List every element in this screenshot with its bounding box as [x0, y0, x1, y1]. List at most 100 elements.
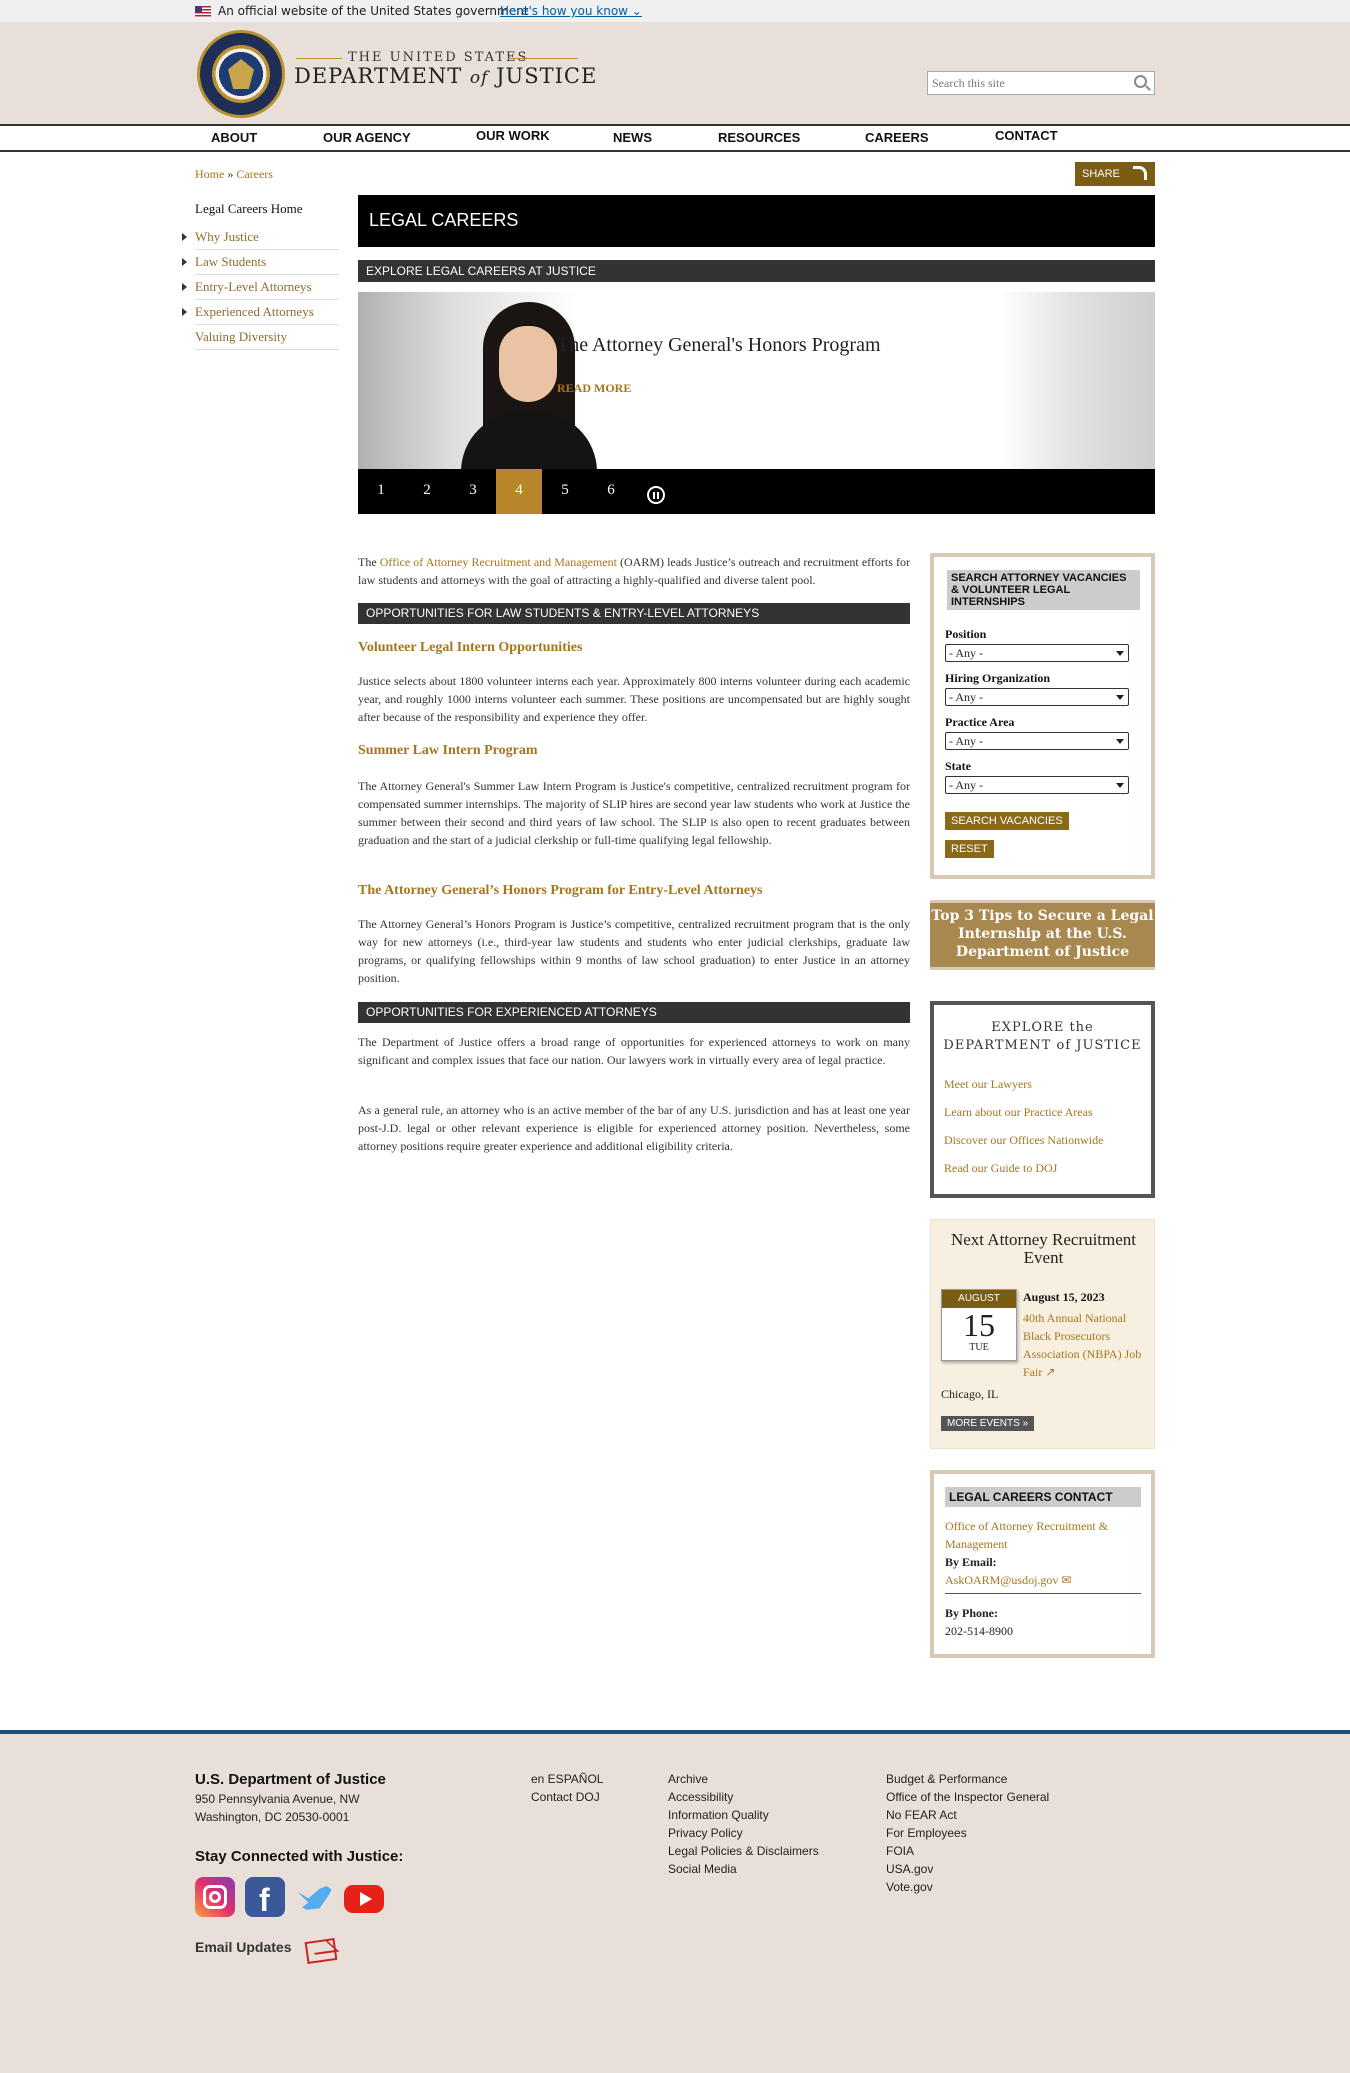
hero-carousel[interactable]: The Attorney General's Honors Program RE…	[358, 292, 1155, 469]
honors-heading[interactable]: The Attorney General’s Honors Program fo…	[358, 883, 763, 899]
logo-line1: THE UNITED STATES	[348, 50, 529, 65]
slip-paragraph: The Attorney General's Summer Law Intern…	[358, 779, 910, 847]
chevron-right-icon	[182, 283, 187, 291]
footer-archive[interactable]: Archive	[668, 1772, 708, 1786]
nav-news[interactable]: NEWS	[613, 130, 652, 145]
share-button[interactable]: SHARE	[1075, 162, 1155, 186]
practice-area-select[interactable]: - Any -	[945, 732, 1129, 750]
nav-our-agency[interactable]: OUR AGENCY	[323, 130, 411, 145]
search-icon[interactable]	[1134, 75, 1147, 88]
carousel-page-1[interactable]: 1	[358, 469, 404, 514]
chevron-right-icon	[182, 258, 187, 266]
chevron-right-icon	[182, 233, 187, 241]
footer-no-fear[interactable]: No FEAR Act	[886, 1808, 957, 1822]
carousel-pager: 1 2 3 4 5 6	[358, 469, 1155, 514]
nav-resources[interactable]: RESOURCES	[718, 130, 800, 145]
slip-heading[interactable]: Summer Law Intern Program	[358, 743, 538, 759]
footer-employees[interactable]: For Employees	[886, 1826, 967, 1840]
practice-areas-link[interactable]: Learn about our Practice Areas	[944, 1105, 1093, 1120]
oarm-contact-link[interactable]: Office of Attorney Recruitment & Managem…	[945, 1517, 1141, 1553]
doj-seal-icon[interactable]	[197, 30, 285, 118]
footer-legal-policies[interactable]: Legal Policies & Disclaimers	[668, 1844, 819, 1858]
footer-foia[interactable]: FOIA	[886, 1844, 914, 1858]
heres-how-you-know-link[interactable]: Here's how you know ⌄	[500, 4, 642, 18]
search-vacancies-button[interactable]: SEARCH VACANCIES	[945, 812, 1069, 830]
carousel-page-4[interactable]: 4	[496, 469, 542, 514]
external-link-icon: ↗	[1045, 1365, 1056, 1379]
footer-org-name: U.S. Department of Justice	[195, 1771, 386, 1788]
guide-link[interactable]: Read our Guide to DOJ	[944, 1161, 1057, 1176]
hiring-org-select[interactable]: - Any -	[945, 688, 1129, 706]
meet-lawyers-link[interactable]: Meet our Lawyers	[944, 1077, 1032, 1092]
footer-espanol[interactable]: en ESPAÑOL	[531, 1772, 603, 1786]
position-label: Position	[945, 627, 987, 641]
logo-wordmark[interactable]: DEPARTMENT of JUSTICE	[294, 64, 597, 88]
vli-heading[interactable]: Volunteer Legal Intern Opportunities	[358, 640, 582, 656]
sidebar-item-diversity[interactable]: Valuing Diversity	[195, 325, 339, 350]
reset-button[interactable]: RESET	[945, 840, 994, 858]
logo-rule-right	[508, 58, 578, 59]
footer-oig[interactable]: Office of the Inspector General	[886, 1790, 1049, 1804]
event-link[interactable]: 40th Annual National Black Prosecutors A…	[1023, 1309, 1147, 1381]
footer-votegov[interactable]: Vote.gov	[886, 1880, 933, 1894]
carousel-page-3[interactable]: 3	[450, 469, 496, 514]
nav-about[interactable]: ABOUT	[211, 130, 257, 145]
footer-accessibility[interactable]: Accessibility	[668, 1790, 733, 1804]
carousel-page-5[interactable]: 5	[542, 469, 588, 514]
phone-number: 202-514-8900	[945, 1624, 1013, 1638]
more-events-button[interactable]: MORE EVENTS »	[941, 1416, 1035, 1431]
section-heading-students: OPPORTUNITIES FOR LAW STUDENTS & ENTRY-L…	[358, 603, 910, 624]
carousel-page-6[interactable]: 6	[588, 469, 634, 514]
state-select[interactable]: - Any -	[945, 776, 1129, 794]
nav-careers[interactable]: CAREERS	[865, 130, 929, 145]
internship-tips-banner[interactable]: Top 3 Tips to Secure a Legal Internship …	[930, 900, 1155, 970]
email-updates-link[interactable]: Email Updates	[195, 1939, 291, 1955]
facebook-icon[interactable]: f	[245, 1877, 285, 1918]
position-select[interactable]: - Any -	[945, 644, 1129, 662]
footer-budget[interactable]: Budget & Performance	[886, 1772, 1007, 1786]
site-header: THE UNITED STATES DEPARTMENT of JUSTICE …	[0, 22, 1350, 124]
practice-area-label: Practice Area	[945, 715, 1015, 729]
experienced-paragraph-2: As a general rule, an attorney who is an…	[358, 1103, 910, 1153]
email-link[interactable]: AskOARM@usdoj.gov ✉	[945, 1571, 1071, 1589]
breadcrumb-separator: »	[227, 167, 234, 181]
honors-paragraph: The Attorney General’s Honors Program is…	[358, 917, 910, 985]
nav-our-work[interactable]: OUR WORK	[476, 128, 550, 143]
footer-info-quality[interactable]: Information Quality	[668, 1808, 769, 1822]
chevron-right-icon	[182, 308, 187, 316]
pause-icon[interactable]	[647, 486, 665, 504]
contact-heading: LEGAL CAREERS CONTACT	[945, 1487, 1141, 1507]
twitter-icon[interactable]	[295, 1877, 335, 1917]
search-input[interactable]: Search this site	[927, 71, 1155, 95]
footer-usagov[interactable]: USA.gov	[886, 1862, 933, 1876]
recruitment-event-box: Next Attorney Recruitment Event AUGUST 1…	[930, 1219, 1155, 1449]
phone-label: By Phone:	[945, 1606, 999, 1620]
vacancy-search-heading: SEARCH ATTORNEY VACANCIES & VOLUNTEER LE…	[947, 570, 1140, 610]
breadcrumb-home[interactable]: Home	[195, 167, 224, 181]
sidebar-item-why-justice[interactable]: Why Justice	[195, 225, 339, 250]
sidebar-item-entry-level[interactable]: Entry-Level Attorneys	[195, 275, 339, 300]
explore-bar: EXPLORE LEGAL CAREERS AT JUSTICE	[358, 260, 1155, 282]
experienced-paragraph-1: The Department of Justice offers a broad…	[358, 1035, 910, 1067]
footer-address-2: Washington, DC 20530-0001	[195, 1810, 350, 1824]
offices-link[interactable]: Discover our Offices Nationwide	[944, 1133, 1103, 1148]
footer-privacy[interactable]: Privacy Policy	[668, 1826, 743, 1840]
breadcrumb-careers[interactable]: Careers	[236, 167, 273, 181]
oarm-link[interactable]: Office of Attorney Recruitment and Manag…	[380, 555, 617, 569]
section-heading-experienced: OPPORTUNITIES FOR EXPERIENCED ATTORNEYS	[358, 1002, 910, 1023]
sidebar-item-law-students[interactable]: Law Students	[195, 250, 339, 275]
sidebar-item-experienced[interactable]: Experienced Attorneys	[195, 300, 339, 325]
carousel-page-2[interactable]: 2	[404, 469, 450, 514]
nav-contact[interactable]: CONTACT	[995, 128, 1058, 143]
instagram-icon[interactable]	[195, 1877, 235, 1917]
read-more-link[interactable]: READ MORE	[557, 381, 631, 396]
carousel-title: The Attorney General's Honors Program	[557, 334, 881, 356]
sidebar-heading[interactable]: Legal Careers Home	[195, 201, 303, 217]
footer-social-media[interactable]: Social Media	[668, 1862, 737, 1876]
explore-doj-box: EXPLORE the DEPARTMENT of JUSTICE Meet o…	[930, 1001, 1155, 1198]
youtube-icon[interactable]	[344, 1877, 384, 1917]
email-updates-icon[interactable]	[304, 1938, 338, 1964]
footer-contact-doj[interactable]: Contact DOJ	[531, 1790, 600, 1804]
event-heading: Next Attorney Recruitment Event	[950, 1230, 1137, 1267]
main-nav: ABOUT OUR AGENCY OUR WORK NEWS RESOURCES…	[0, 124, 1350, 152]
